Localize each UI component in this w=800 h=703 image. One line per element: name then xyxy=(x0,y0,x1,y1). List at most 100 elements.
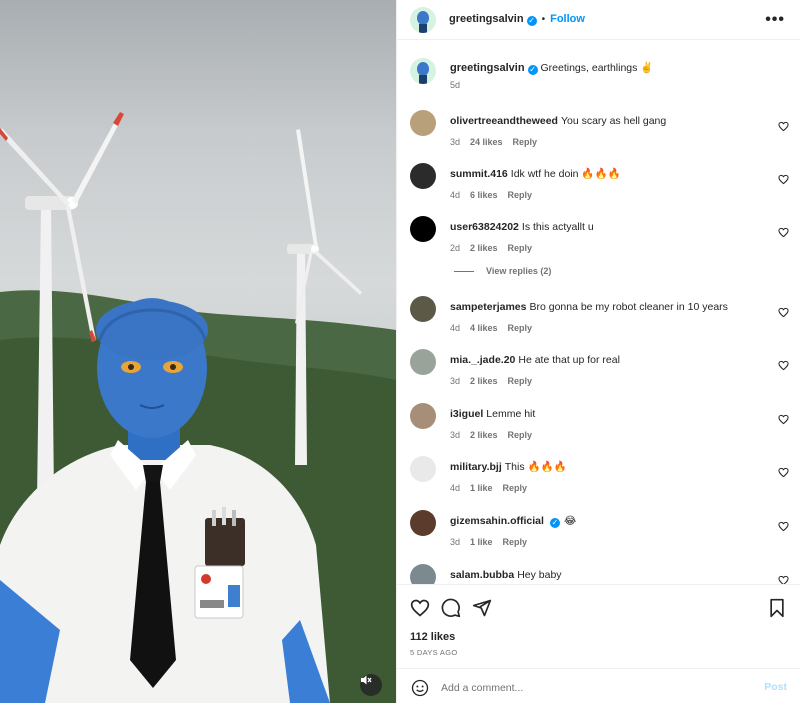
caption-time: 5d xyxy=(450,80,461,90)
commenter-avatar[interactable] xyxy=(410,564,436,584)
post-date: 5 DAYS AGO xyxy=(410,648,458,657)
comment-time: 3d xyxy=(450,137,461,147)
post-image xyxy=(0,112,396,703)
comment-meta: 2d 2 likes Reply xyxy=(450,243,542,253)
reply-button[interactable]: Reply xyxy=(503,537,528,547)
bookmark-icon[interactable] xyxy=(767,598,787,618)
comment-heart-icon[interactable] xyxy=(778,307,789,318)
comment-heart-icon[interactable] xyxy=(778,575,789,584)
comment-text-line: mia._.jade.20 He ate that up for real xyxy=(450,354,760,367)
comment-time: 4d xyxy=(450,190,461,200)
commenter-username[interactable]: mia._.jade.20 xyxy=(450,354,515,366)
commenter-avatar[interactable] xyxy=(410,163,436,189)
comment-heart-icon[interactable] xyxy=(778,467,789,478)
follow-button[interactable]: Follow xyxy=(550,13,585,25)
comment-text-line: olivertreeandtheweed You scary as hell ga… xyxy=(450,115,760,128)
comment-text-line: military.bjj This 🔥🔥🔥 xyxy=(450,461,760,474)
comments-list[interactable]: olivertreeandtheweed You scary as hell ga… xyxy=(397,100,800,584)
comment-meta: 3d 2 likes Reply xyxy=(450,376,542,386)
comment-likes[interactable]: 2 likes xyxy=(470,243,498,253)
comment-meta: 3d 2 likes Reply xyxy=(450,430,542,440)
comment-body: He ate that up for real xyxy=(518,354,620,366)
commenter-username[interactable]: olivertreeandtheweed xyxy=(450,115,558,127)
commenter-avatar[interactable] xyxy=(410,456,436,482)
comment-likes[interactable]: 4 likes xyxy=(470,323,498,333)
comment-body: Lemme hit xyxy=(486,408,536,420)
comment-body: Bro gonna be my robot cleaner in 10 year… xyxy=(529,301,728,313)
comment-heart-icon[interactable] xyxy=(778,360,789,371)
separator-dot: • xyxy=(541,14,546,25)
comment-text-line: summit.416 Idk wtf he doin 🔥🔥🔥 xyxy=(450,168,760,181)
post-header: greetingsalvin ✓ • Follow ••• xyxy=(397,0,800,40)
commenter-username[interactable]: user63824202 xyxy=(450,221,519,233)
commenter-avatar[interactable] xyxy=(410,510,436,536)
comment-likes[interactable]: 6 likes xyxy=(470,190,498,200)
comment-text-line: salam.bubba Hey baby xyxy=(450,569,760,582)
comment-body: 😂 xyxy=(563,515,577,527)
comment-time: 4d xyxy=(450,323,461,333)
post-comment-button[interactable]: Post xyxy=(764,681,787,693)
comment-bubble-icon[interactable] xyxy=(441,598,461,618)
comment-text-line: i3iguel Lemme hit xyxy=(450,408,760,421)
view-replies-button[interactable]: View replies (2) xyxy=(454,266,551,276)
comment-meta: 3d 1 like Reply xyxy=(450,537,537,547)
commenter-avatar[interactable] xyxy=(410,216,436,242)
reply-button[interactable]: Reply xyxy=(508,430,533,440)
author-username[interactable]: greetingsalvin xyxy=(449,13,524,25)
reply-button[interactable]: Reply xyxy=(508,190,533,200)
commenter-username[interactable]: salam.bubba xyxy=(450,569,514,581)
comment-meta: 4d 1 like Reply xyxy=(450,483,537,493)
commenter-username[interactable]: sampeterjames xyxy=(450,301,526,313)
commenter-username[interactable]: summit.416 xyxy=(450,168,508,180)
view-replies-label: View replies (2) xyxy=(486,266,552,276)
comment-likes[interactable]: 1 like xyxy=(470,537,493,547)
comment-heart-icon[interactable] xyxy=(778,174,789,185)
comment-likes[interactable]: 2 likes xyxy=(470,376,498,386)
reply-button[interactable]: Reply xyxy=(513,137,538,147)
reply-button[interactable]: Reply xyxy=(508,243,533,253)
caption-avatar[interactable] xyxy=(410,58,436,84)
commenter-username[interactable]: i3iguel xyxy=(450,408,483,420)
author-avatar[interactable] xyxy=(410,7,436,33)
comment-input[interactable] xyxy=(441,678,741,698)
commenter-avatar[interactable] xyxy=(410,296,436,322)
post-side-panel: greetingsalvin ✓ • Follow ••• greetingsalvi… xyxy=(396,0,800,703)
mute-button[interactable] xyxy=(360,674,382,696)
comment-text-line: user63824202 Is this actyallt u xyxy=(450,221,760,234)
smiley-icon[interactable] xyxy=(411,679,429,697)
comment-text-line: gizemsahin.official ✓ 😂 xyxy=(450,515,760,528)
reply-button[interactable]: Reply xyxy=(508,376,533,386)
comment-time: 3d xyxy=(450,537,461,547)
heart-icon[interactable] xyxy=(410,598,430,618)
comment-body: Hey baby xyxy=(517,569,562,581)
add-comment-bar: Post xyxy=(397,668,800,703)
caption-username[interactable]: greetingsalvin xyxy=(450,62,525,74)
commenter-avatar[interactable] xyxy=(410,110,436,136)
paper-plane-icon[interactable] xyxy=(472,598,492,618)
comment-heart-icon[interactable] xyxy=(778,414,789,425)
likes-count[interactable]: 112 likes xyxy=(410,631,455,643)
commenter-avatar[interactable] xyxy=(410,403,436,429)
verified-badge-icon: ✓ xyxy=(549,518,560,528)
reply-button[interactable]: Reply xyxy=(508,323,533,333)
commenter-username[interactable]: military.bjj xyxy=(450,461,502,473)
post-media[interactable] xyxy=(0,0,396,703)
reply-button[interactable]: Reply xyxy=(503,483,528,493)
comment-body: Idk wtf he doin 🔥🔥🔥 xyxy=(510,168,621,180)
commenter-username[interactable]: gizemsahin.official xyxy=(450,515,544,527)
reply-thread-line xyxy=(454,271,474,273)
comment-meta: 3d 24 likes Reply xyxy=(450,137,547,147)
verified-badge-icon: ✓ xyxy=(526,16,537,26)
comment-time: 3d xyxy=(450,376,461,386)
comment-likes[interactable]: 1 like xyxy=(470,483,493,493)
comment-likes[interactable]: 2 likes xyxy=(470,430,498,440)
comment-body: You scary as hell gang xyxy=(560,115,667,127)
commenter-avatar[interactable] xyxy=(410,349,436,375)
comment-likes[interactable]: 24 likes xyxy=(470,137,503,147)
comment-meta: 4d 6 likes Reply xyxy=(450,190,542,200)
comment-heart-icon[interactable] xyxy=(778,521,789,532)
verified-badge-icon: ✓ xyxy=(527,65,538,75)
more-options-icon[interactable]: ••• xyxy=(765,11,785,29)
comment-heart-icon[interactable] xyxy=(778,121,789,132)
comment-heart-icon[interactable] xyxy=(778,227,789,238)
